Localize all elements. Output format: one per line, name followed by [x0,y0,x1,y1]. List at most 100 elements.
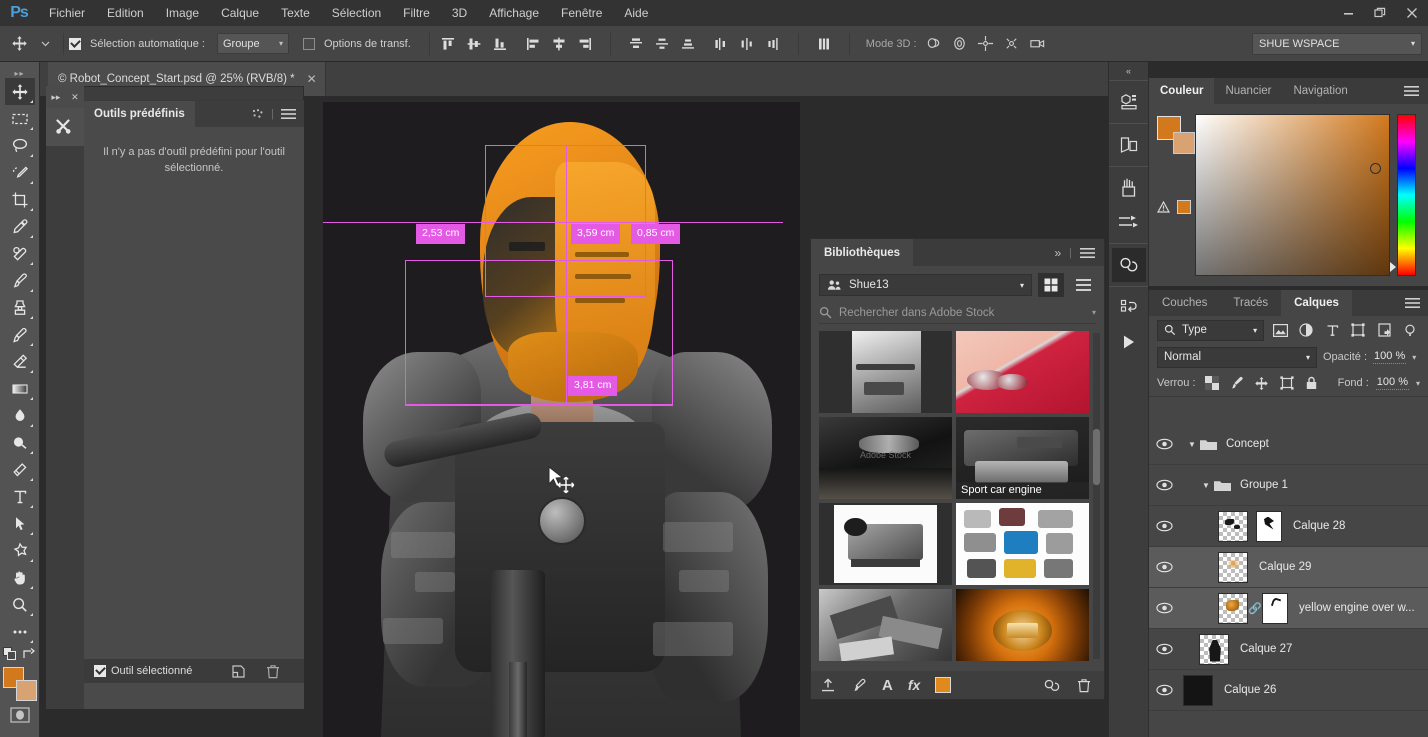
toolbar-grip-handle[interactable]: ▸▸ [0,68,39,78]
filter-pixel-icon[interactable] [1270,320,1290,341]
chevron-down-icon[interactable]: ▾ [1092,308,1096,317]
tool-blur[interactable] [5,402,35,429]
tool-move[interactable] [4,78,35,105]
menu-affichage[interactable]: Affichage [478,0,550,26]
panel-menu-icon[interactable] [1080,247,1095,259]
menu-edition[interactable]: Edition [96,0,155,26]
tool-pen[interactable] [5,456,35,483]
quick-mask-toggle[interactable] [0,707,39,723]
auto-select-checkbox[interactable] [69,37,81,50]
tool-crop[interactable] [5,186,35,213]
close-icon[interactable]: ✕ [71,92,79,103]
hue-spectrum-slider[interactable] [1397,114,1416,276]
tool-presets-icon[interactable] [46,108,84,146]
layer-thumbnail[interactable] [1218,551,1248,583]
grid-view-icon[interactable] [1038,273,1064,297]
library-asset-machinery-closeup-grey[interactable] [819,589,952,661]
tool-edit-toolbar[interactable] [5,618,35,645]
tab-couches[interactable]: Couches [1149,290,1220,316]
opacity-value[interactable]: 100 % [1373,350,1407,364]
tab-traces[interactable]: Tracés [1220,290,1281,316]
layer-visibility-toggle[interactable] [1149,438,1179,450]
distribute-top-edges-icon[interactable] [623,31,649,57]
layer-visibility-toggle[interactable] [1149,684,1179,696]
selected-tool-only-checkbox[interactable] [94,665,106,677]
auto-select-scope-select[interactable]: Groupe ▾ [216,33,289,54]
menu-3d[interactable]: 3D [441,0,478,26]
tool-dodge[interactable] [5,429,35,456]
3d-camera-icon[interactable] [1025,31,1051,57]
tool-healing-brush[interactable] [5,240,35,267]
list-view-icon[interactable] [1070,273,1096,297]
menu-selection[interactable]: Sélection [321,0,392,26]
tab-nuancier[interactable]: Nuancier [1214,78,1282,104]
tab-libraries[interactable]: Bibliothèques [811,239,914,266]
table-row[interactable]: Calque 28 [1149,506,1428,547]
minimize-button[interactable] [1332,0,1364,26]
fill-chevron-down-icon[interactable]: ▾ [1416,379,1420,388]
adobe-stock-search[interactable]: Rechercher dans Adobe Stock ▾ [819,302,1096,324]
layer-visibility-toggle[interactable] [1149,602,1179,614]
menu-fenetre[interactable]: Fenêtre [550,0,613,26]
library-asset-turbine-fan-orange[interactable] [956,589,1089,661]
collapse-icon[interactable]: ▸▸ [51,92,60,103]
menu-fichier[interactable]: Fichier [38,0,96,26]
opacity-chevron-down-icon[interactable]: ▾ [1412,353,1416,362]
menu-calque[interactable]: Calque [210,0,270,26]
align-right-edges-icon[interactable] [572,31,598,57]
gamut-warning-swatch[interactable] [1177,200,1191,214]
3d-roll-icon[interactable] [947,31,973,57]
library-asset-red-classic-car-tailfin[interactable] [956,331,1089,413]
table-row[interactable]: Calque 26 [1149,670,1428,711]
layer-filter-toggle[interactable] [1400,320,1420,341]
tab-calques[interactable]: Calques [1281,290,1352,316]
color-panel-background-swatch[interactable] [1173,132,1195,154]
table-row[interactable]: Calque 27 [1149,629,1428,670]
layer-visibility-toggle[interactable] [1149,520,1179,532]
layer-visibility-toggle[interactable] [1149,479,1179,491]
distribute-horizontal-centers-icon[interactable] [734,31,760,57]
rail-creative-cloud-icon[interactable] [1111,248,1146,282]
3d-rotate-icon[interactable] [921,31,947,57]
tool-rectangular-marquee[interactable] [5,105,35,132]
rail-brush-settings-icon[interactable] [1112,205,1146,239]
menu-aide[interactable]: Aide [613,0,659,26]
tool-lasso[interactable] [5,132,35,159]
tool-path-selection[interactable] [5,510,35,537]
blend-mode-select[interactable]: Normal ▾ [1157,346,1317,368]
tool-clone-stamp[interactable] [5,294,35,321]
layer-name[interactable]: Concept [1226,438,1269,450]
library-asset-engine-parts-collage[interactable] [956,503,1089,585]
add-layer-style-icon[interactable]: fx [908,677,920,693]
align-vertical-centers-icon[interactable] [461,31,487,57]
tool-eyedropper[interactable] [5,213,35,240]
distribute-spacing-icon[interactable] [811,31,837,57]
new-preset-icon[interactable] [231,664,246,679]
layer-thumbnail[interactable] [1218,510,1248,542]
move-tool-icon[interactable] [6,31,32,57]
distribute-bottom-edges-icon[interactable] [675,31,701,57]
layer-name[interactable]: Calque 29 [1259,561,1311,573]
distribute-vertical-centers-icon[interactable] [649,31,675,57]
library-select[interactable]: Shue13 ▾ [819,274,1032,296]
collapse-panels-icon[interactable]: « [1109,62,1148,80]
double-chevron-right-icon[interactable]: » [1054,246,1061,260]
artboard[interactable] [323,102,800,737]
lock-transparent-pixels-icon[interactable] [1203,374,1221,392]
library-asset-black-car-headlight[interactable]: Adobe Stock [819,417,952,499]
layer-name[interactable]: yellow engine over w... [1299,602,1415,614]
creative-cloud-icon[interactable] [1043,678,1061,693]
layer-name[interactable]: Calque 27 [1240,643,1292,655]
tool-gradient[interactable] [5,375,35,402]
lock-image-pixels-icon[interactable] [1228,374,1246,392]
tool-zoom[interactable] [5,591,35,618]
workspace-select[interactable]: SHUE WSPACE ▾ [1252,32,1422,55]
tool-eraser[interactable] [5,348,35,375]
3d-slide-icon[interactable] [999,31,1025,57]
table-row[interactable]: ▼ Groupe 1 [1149,465,1428,506]
close-button[interactable] [1396,0,1428,26]
layer-mask-link-icon[interactable]: 🔗 [1248,602,1262,615]
libraries-scrollbar-track[interactable] [1093,333,1100,659]
align-horizontal-centers-icon[interactable] [546,31,572,57]
panel-menu-icon[interactable] [1404,85,1428,97]
